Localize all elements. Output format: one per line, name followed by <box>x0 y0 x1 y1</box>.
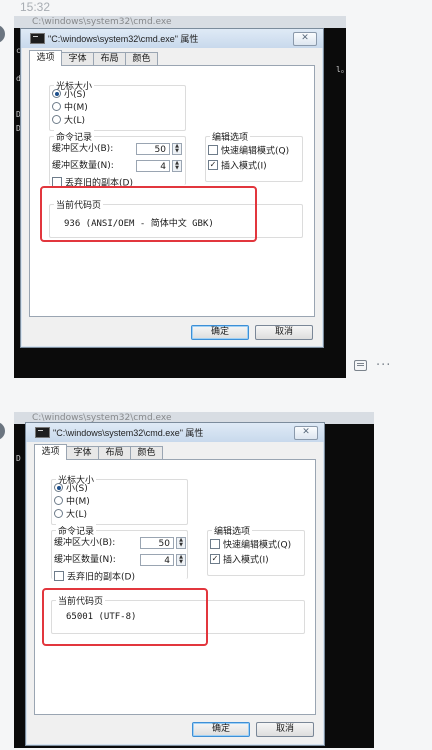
checkbox-label: 插入模式(I) <box>223 555 269 566</box>
radio-label: 大(L) <box>66 510 88 520</box>
close-button[interactable]: ✕ <box>293 32 317 46</box>
radio-medium[interactable]: 中(M) <box>52 102 88 114</box>
console-title-ghost: C:\windows\system32\cmd.exe <box>32 17 172 27</box>
discard-old-checkbox[interactable]: 丢弃旧的副本(D) <box>54 571 135 583</box>
more-icon[interactable]: ··· <box>376 358 391 373</box>
checkbox-label: 快速编辑模式(Q) <box>223 540 292 551</box>
buffer-count-input[interactable]: 4 <box>136 160 170 172</box>
dialog-title: "C:\windows\system32\cmd.exe" 属性 <box>53 428 204 438</box>
console-text-fragment: D <box>16 454 21 463</box>
console-titlebar: C:\windows\system32\cmd.exe <box>14 16 346 28</box>
tab-colors[interactable]: 颜色 <box>125 52 158 65</box>
cancel-button[interactable]: 取消 <box>255 325 313 340</box>
message-actions: ··· <box>354 358 391 373</box>
spin-down-icon[interactable]: ▼ <box>177 560 185 565</box>
checkbox[interactable]: ✓ <box>208 160 218 170</box>
buffer-count-input[interactable]: 4 <box>140 554 174 566</box>
edit-options-group: 编辑选项 快速编辑模式(Q) ✓ 插入模式(I) <box>205 130 303 182</box>
radio-small[interactable]: 小(S) <box>54 483 88 495</box>
cursor-size-group: 光标大小 小(S) 中(M) 大(L) <box>51 473 188 525</box>
red-highlight-box <box>42 588 208 646</box>
buffer-size-label: 缓冲区大小(B): <box>52 144 114 154</box>
dialog-title: "C:\windows\system32\cmd.exe" 属性 <box>48 34 199 44</box>
spin-down-icon[interactable]: ▼ <box>173 166 181 171</box>
radio-large[interactable]: 大(L) <box>54 509 88 521</box>
radio-button[interactable] <box>52 102 61 111</box>
avatar[interactable] <box>0 422 5 440</box>
tab-options[interactable]: 选项 <box>29 50 62 66</box>
tab-colors[interactable]: 颜色 <box>130 446 163 459</box>
checkbox[interactable] <box>210 539 220 549</box>
console-text-fragment: l。 <box>336 65 346 74</box>
tab-font[interactable]: 字体 <box>61 52 94 65</box>
quick-edit-checkbox[interactable]: 快速编辑模式(Q) <box>208 145 290 157</box>
tab-options[interactable]: 选项 <box>34 444 67 460</box>
radio-button[interactable] <box>54 509 63 518</box>
radio-large[interactable]: 大(L) <box>52 115 86 127</box>
checkbox[interactable]: ✓ <box>210 554 220 564</box>
buffer-count-label: 缓冲区数量(N): <box>54 555 116 565</box>
spin-down-icon[interactable]: ▼ <box>173 149 181 154</box>
ok-button[interactable]: 确定 <box>192 722 250 737</box>
dialog-titlebar[interactable]: "C:\windows\system32\cmd.exe" 属性 ✕ <box>26 423 324 442</box>
tab-panel: 光标大小 小(S) 中(M) 大(L) 命令记录 缓冲区大小(B): 50 ▲ ▼… <box>34 459 316 715</box>
ok-button[interactable]: 确定 <box>191 325 249 340</box>
radio-label: 大(L) <box>64 116 86 126</box>
radio-small[interactable]: 小(S) <box>52 89 86 101</box>
radio-label: 小(S) <box>66 484 88 494</box>
command-history-group: 命令记录 缓冲区大小(B): 50 ▲ ▼ 缓冲区数量(N): 4 ▲ ▼ 丢弃旧的… <box>51 524 188 583</box>
close-button[interactable]: ✕ <box>294 426 318 440</box>
tab-layout[interactable]: 布局 <box>98 446 131 459</box>
buffer-size-input[interactable]: 50 <box>136 143 170 155</box>
buffer-size-label: 缓冲区大小(B): <box>54 538 116 548</box>
checkbox-label: 快速编辑模式(Q) <box>221 146 290 157</box>
cmd-icon <box>35 427 50 438</box>
buffer-count-spinner[interactable]: ▲ ▼ <box>176 554 186 566</box>
red-highlight-box <box>40 186 257 242</box>
tab-font[interactable]: 字体 <box>66 446 99 459</box>
radio-button[interactable] <box>54 496 63 505</box>
radio-label: 中(M) <box>64 103 88 113</box>
spin-down-icon[interactable]: ▼ <box>177 543 185 548</box>
buffer-count-label: 缓冲区数量(N): <box>52 161 114 171</box>
checkbox[interactable] <box>208 145 218 155</box>
command-history-group: 命令记录 缓冲区大小(B): 50 ▲ ▼ 缓冲区数量(N): 4 ▲ ▼ 丢弃旧的… <box>49 130 186 189</box>
buffer-size-input[interactable]: 50 <box>140 537 174 549</box>
command-history-label: 命令记录 <box>54 130 95 143</box>
buffer-size-spinner[interactable]: ▲ ▼ <box>176 537 186 549</box>
radio-label: 中(M) <box>66 497 90 507</box>
radio-button[interactable] <box>52 115 61 124</box>
radio-button[interactable] <box>52 89 61 98</box>
insert-mode-checkbox[interactable]: ✓ 插入模式(I) <box>208 160 267 172</box>
checkbox-label: 丢弃旧的副本(D) <box>67 572 135 583</box>
edit-options-group: 编辑选项 快速编辑模式(Q) ✓ 插入模式(I) <box>207 524 305 576</box>
quick-edit-checkbox[interactable]: 快速编辑模式(Q) <box>210 539 292 551</box>
edit-options-label: 编辑选项 <box>212 524 253 537</box>
cursor-size-group: 光标大小 小(S) 中(M) 大(L) <box>49 79 186 131</box>
checkbox-label: 插入模式(I) <box>221 161 267 172</box>
cancel-button[interactable]: 取消 <box>256 722 314 737</box>
command-history-label: 命令记录 <box>56 524 97 537</box>
message-timestamp: 15:32 <box>20 0 51 14</box>
avatar[interactable] <box>0 25 5 43</box>
radio-medium[interactable]: 中(M) <box>54 496 90 508</box>
buffer-count-spinner[interactable]: ▲ ▼ <box>172 160 182 172</box>
checkbox[interactable] <box>54 571 64 581</box>
buffer-size-spinner[interactable]: ▲ ▼ <box>172 143 182 155</box>
comment-icon[interactable] <box>354 360 367 371</box>
edit-options-label: 编辑选项 <box>210 130 251 143</box>
properties-dialog: "C:\windows\system32\cmd.exe" 属性 ✕ 选项 字体… <box>25 422 325 746</box>
dialog-titlebar[interactable]: "C:\windows\system32\cmd.exe" 属性 ✕ <box>21 29 323 48</box>
radio-button[interactable] <box>54 483 63 492</box>
tab-layout[interactable]: 布局 <box>93 52 126 65</box>
cmd-icon <box>30 33 45 44</box>
insert-mode-checkbox[interactable]: ✓ 插入模式(I) <box>210 554 269 566</box>
radio-label: 小(S) <box>64 90 86 100</box>
